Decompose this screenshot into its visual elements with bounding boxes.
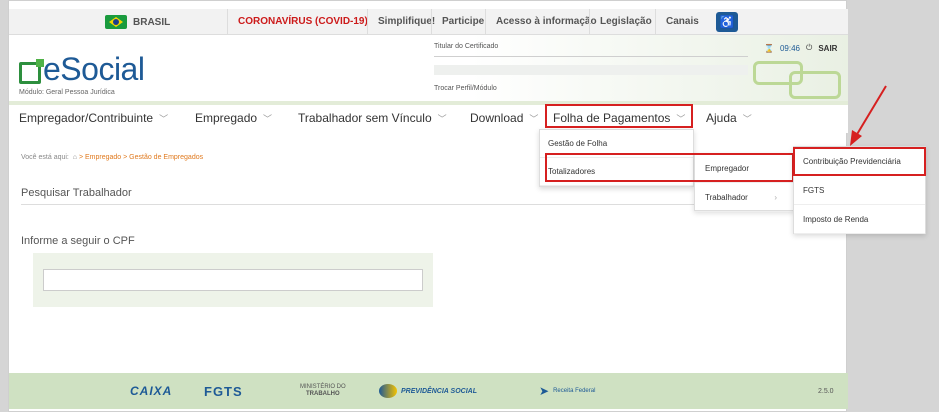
nav-label: Ajuda xyxy=(706,111,737,125)
highlight-folha xyxy=(545,104,693,128)
header-decoration xyxy=(749,59,843,99)
previdencia-icon xyxy=(379,384,397,398)
menu-item-trabalhador[interactable]: Trabalhador › xyxy=(695,183,793,212)
section-divider xyxy=(21,204,701,205)
footer: CAIXA FGTS MINISTÉRIO DO TRABALHO PREVID… xyxy=(9,373,848,409)
session-time: 09:46 xyxy=(779,43,800,53)
chevron-down-icon: ﹀ xyxy=(742,113,752,124)
brasil-link[interactable]: BRASIL xyxy=(105,9,170,35)
logo-text: eSocial xyxy=(43,51,145,87)
eagle-icon: ➤ xyxy=(539,384,550,398)
previdencia-logo[interactable]: PREVIDÊNCIA SOCIAL xyxy=(379,373,477,409)
breadcrumb-prefix: Você está aqui: xyxy=(21,154,69,161)
nav-label: Empregador/Contribuinte xyxy=(19,111,154,125)
nav-empregador-contribuinte[interactable]: Empregador/Contribuinte ﹀ xyxy=(19,111,168,125)
chevron-down-icon: ﹀ xyxy=(263,113,273,124)
previdencia-label: PREVIDÊNCIA SOCIAL xyxy=(401,387,477,395)
chevron-down-icon: ﹀ xyxy=(529,113,539,124)
home-icon[interactable]: ⌂ xyxy=(71,154,77,161)
version-label: 2.5.0 xyxy=(818,387,834,395)
cpf-label: Informe a seguir o CPF xyxy=(21,235,135,247)
nav-download[interactable]: Download ﹀ xyxy=(470,111,538,125)
esocial-logo-icon xyxy=(19,59,44,84)
certificate-block: Titular do Certificado Trocar Perfil/Mód… xyxy=(434,43,748,92)
legislacao-link[interactable]: Legislação xyxy=(589,9,662,35)
highlight-contribuicao xyxy=(793,147,926,176)
brasil-label: BRASIL xyxy=(133,16,171,28)
chevron-down-icon: ﹀ xyxy=(437,113,447,124)
receita-federal-logo[interactable]: ➤ Receita Federal xyxy=(539,373,595,409)
gov-top-bar: BRASIL CORONAVÍRUS (COVID-19) Simplifiqu… xyxy=(9,9,848,35)
nav-label: Empregado xyxy=(195,111,258,125)
menu-item-label: Trabalhador xyxy=(705,193,748,202)
canais-link[interactable]: Canais xyxy=(655,9,709,35)
certificate-holder: Titular do Certificado xyxy=(434,43,748,57)
ministerio-trabalho-logo[interactable]: MINISTÉRIO DO TRABALHO xyxy=(300,373,346,409)
nav-ajuda[interactable]: Ajuda ﹀ xyxy=(706,111,752,125)
nav-label: Trabalhador sem Vínculo xyxy=(298,111,432,125)
chevron-down-icon: ﹀ xyxy=(159,113,169,124)
main-nav: Empregador/Contribuinte ﹀ Empregado ﹀ Trab… xyxy=(9,101,848,133)
cpf-input[interactable] xyxy=(43,269,423,291)
fgts-logo[interactable]: FGTS xyxy=(204,373,243,409)
power-icon[interactable]: ⏻ xyxy=(806,43,812,53)
section-title: Pesquisar Trabalhador xyxy=(21,187,132,199)
breadcrumb: Você está aqui: ⌂ > Empregado > Gestão d… xyxy=(21,154,203,161)
nav-trabalhador-sem-vinculo[interactable]: Trabalhador sem Vínculo ﹀ xyxy=(298,111,447,125)
mt-line2: TRABALHO xyxy=(306,391,340,397)
nav-label: Download xyxy=(470,111,524,125)
rf-label: Receita Federal xyxy=(553,388,596,394)
covid-link[interactable]: CORONAVÍRUS (COVID-19) xyxy=(227,9,378,35)
mt-line1: MINISTÉRIO DO xyxy=(300,384,346,390)
hourglass-icon: ⌛ xyxy=(764,43,774,53)
caixa-logo[interactable]: CAIXA xyxy=(130,373,172,409)
esocial-logo[interactable]: eSocial xyxy=(19,51,145,88)
chevron-right-icon: › xyxy=(774,193,777,202)
breadcrumb-path[interactable]: > Empregado > Gestão de Empregados xyxy=(79,154,203,161)
change-profile-link[interactable]: Trocar Perfil/Módulo xyxy=(434,85,748,92)
cpf-panel xyxy=(33,253,433,307)
red-arrow-icon xyxy=(850,85,887,146)
module-label: Módulo: Geral Pessoa Jurídica xyxy=(19,89,115,96)
session-timer: ⌛ 09:46 ⏻ SAIR xyxy=(764,43,837,53)
nav-empregado[interactable]: Empregado ﹀ xyxy=(195,111,272,125)
site-header: eSocial Módulo: Geral Pessoa Jurídica Ti… xyxy=(9,35,848,101)
highlight-totalizadores-empregador xyxy=(545,153,794,182)
accessibility-icon[interactable]: ♿ xyxy=(716,12,738,32)
certificate-holder-value xyxy=(434,65,748,75)
logout-button[interactable]: SAIR xyxy=(818,44,837,53)
brazil-flag-icon xyxy=(105,15,127,29)
menu-item-fgts[interactable]: FGTS xyxy=(794,176,925,205)
menu-item-imposto-de-renda[interactable]: Imposto de Renda xyxy=(794,205,925,234)
